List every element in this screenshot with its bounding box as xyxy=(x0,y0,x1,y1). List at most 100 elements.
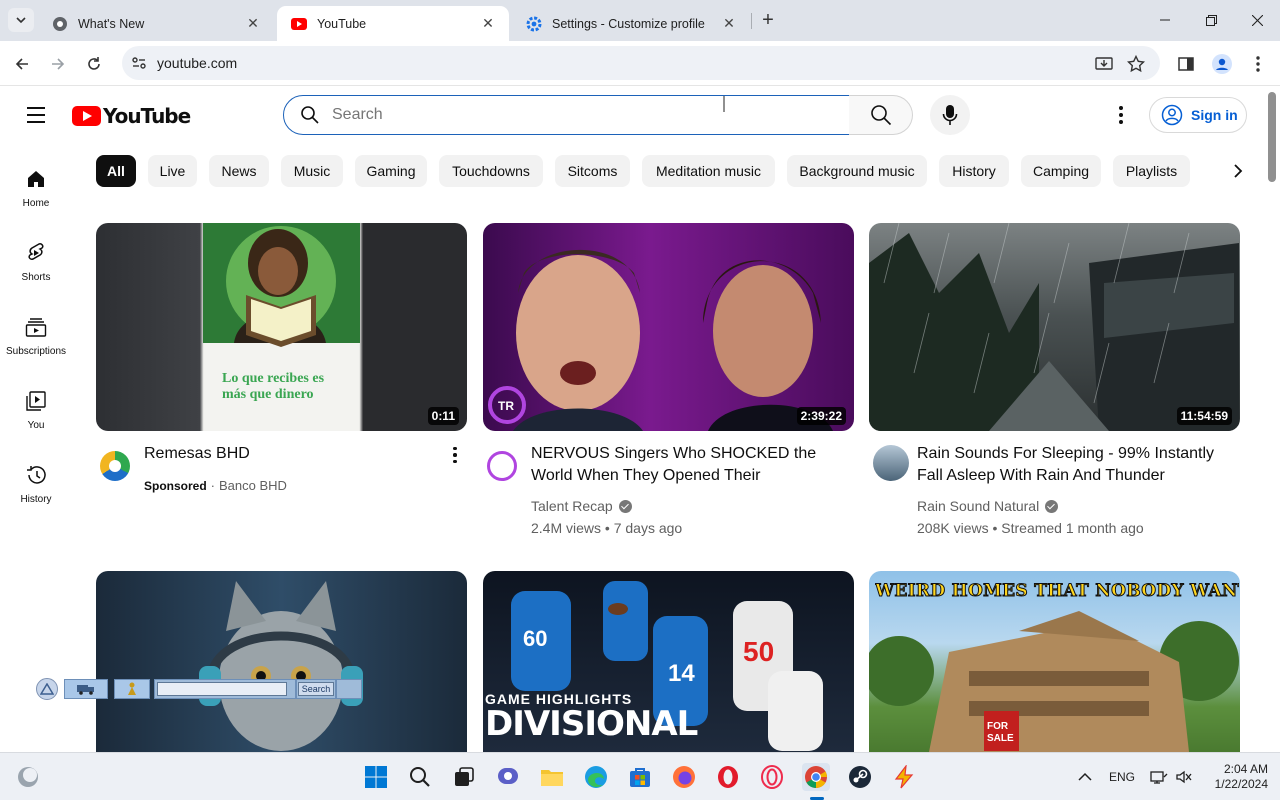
tab-search-button[interactable] xyxy=(8,8,34,32)
toolbar-start-icon[interactable] xyxy=(36,678,58,700)
chip-camping[interactable]: Camping xyxy=(1021,155,1101,187)
video-card[interactable]: FOR SALE WEIRD HOMES THAT NOBODY WANTS xyxy=(869,571,1240,752)
chip-touchdowns[interactable]: Touchdowns xyxy=(439,155,543,187)
chip-playlists[interactable]: Playlists xyxy=(1113,155,1190,187)
toolbar-search-button[interactable]: Search xyxy=(296,679,336,699)
video-card[interactable]: TR 2:39:22 NERVOUS Singers Who SHOCKED t… xyxy=(483,223,854,536)
guide-home[interactable]: Home xyxy=(0,155,72,219)
firefox-icon[interactable] xyxy=(670,763,698,791)
tab-youtube[interactable]: YouTube ✕ xyxy=(277,6,509,41)
profile-button[interactable] xyxy=(1208,50,1236,78)
video-thumbnail[interactable]: Lo que recibes es más que dinero 0:11 xyxy=(96,223,467,431)
search-input[interactable] xyxy=(332,106,812,124)
show-hidden-icons-button[interactable] xyxy=(1078,753,1092,801)
video-thumbnail[interactable]: TR 2:39:22 xyxy=(483,223,854,431)
guide-shorts[interactable]: Shorts xyxy=(0,229,72,293)
scrollbar-thumb[interactable] xyxy=(1268,92,1276,182)
chat-icon[interactable] xyxy=(494,763,522,791)
file-explorer-icon[interactable] xyxy=(538,763,566,791)
chrome-menu-button[interactable] xyxy=(1244,50,1272,78)
side-panel-button[interactable] xyxy=(1172,50,1200,78)
task-view-icon[interactable] xyxy=(450,763,478,791)
search-button[interactable] xyxy=(849,95,913,135)
site-info-icon[interactable] xyxy=(130,54,148,72)
guide-subscriptions[interactable]: Subscriptions xyxy=(0,303,72,367)
chip-background-music[interactable]: Background music xyxy=(787,155,927,187)
video-menu-button[interactable] xyxy=(447,443,463,467)
install-app-button[interactable] xyxy=(1090,50,1118,78)
channel-name[interactable]: Talent Recap xyxy=(531,498,613,514)
chip-live[interactable]: Live xyxy=(148,155,197,187)
video-card[interactable]: Lo que recibes es más que dinero 0:11 Re… xyxy=(96,223,467,531)
steam-icon[interactable] xyxy=(846,763,874,791)
network-icon[interactable] xyxy=(1150,753,1168,801)
close-icon xyxy=(1251,14,1263,26)
search-icon[interactable] xyxy=(406,763,434,791)
video-thumbnail[interactable]: FOR SALE WEIRD HOMES THAT NOBODY WANTS xyxy=(869,571,1240,752)
video-card[interactable]: 50 14 60 GAME HIGHLIGHTS DIVISIONAL xyxy=(483,571,854,752)
guide-history[interactable]: History xyxy=(0,451,72,515)
back-button[interactable] xyxy=(8,50,36,78)
forward-button[interactable] xyxy=(44,50,72,78)
microsoft-store-icon[interactable] xyxy=(626,763,654,791)
close-tab-icon[interactable]: ✕ xyxy=(718,13,740,35)
toolbar-truck-icon[interactable] xyxy=(64,679,108,699)
system-clock[interactable]: 2:04 AM 1/22/2024 xyxy=(1196,762,1268,792)
voice-search-button[interactable] xyxy=(930,95,970,135)
address-bar[interactable]: youtube.com xyxy=(122,46,1160,80)
chips-next-button[interactable] xyxy=(1224,157,1252,185)
close-window-button[interactable] xyxy=(1234,0,1280,40)
sign-in-button[interactable]: Sign in xyxy=(1149,97,1247,133)
video-thumbnail[interactable]: 50 14 60 GAME HIGHLIGHTS DIVISIONAL xyxy=(483,571,854,752)
tab-whats-new[interactable]: What's New ✕ xyxy=(38,6,274,41)
ad-byline: Sponsored · Banco BHD xyxy=(144,478,287,493)
chrome-icon[interactable] xyxy=(802,763,830,791)
channel-avatar[interactable] xyxy=(873,445,909,481)
chip-music[interactable]: Music xyxy=(281,155,343,187)
close-tab-icon[interactable]: ✕ xyxy=(477,13,499,35)
video-title[interactable]: Rain Sounds For Sleeping - 99% Instantly… xyxy=(917,443,1217,487)
channel-name[interactable]: Banco BHD xyxy=(219,478,287,493)
chip-news[interactable]: News xyxy=(209,155,269,187)
chip-history[interactable]: History xyxy=(939,155,1009,187)
video-card[interactable] xyxy=(96,571,467,752)
close-tab-icon[interactable]: ✕ xyxy=(242,13,264,35)
start-icon[interactable] xyxy=(362,763,390,791)
channel-avatar[interactable] xyxy=(487,451,517,481)
toolbar-search-input[interactable] xyxy=(157,682,287,696)
guide-menu-button[interactable] xyxy=(22,101,50,129)
edge-icon[interactable] xyxy=(582,763,610,791)
bookmark-button[interactable] xyxy=(1122,50,1150,78)
restore-button[interactable] xyxy=(1188,0,1234,40)
video-thumbnail[interactable]: 11:54:59 xyxy=(869,223,1240,431)
bolt-app-icon[interactable] xyxy=(890,763,918,791)
video-thumbnail[interactable] xyxy=(96,571,467,752)
channel-name[interactable]: Rain Sound Natural xyxy=(917,498,1039,514)
tab-settings[interactable]: Settings - Customize profile ✕ xyxy=(512,6,750,41)
video-card[interactable]: 11:54:59 Rain Sounds For Sleeping - 99% … xyxy=(869,223,1240,536)
minimize-button[interactable] xyxy=(1142,0,1188,40)
youtube-logo[interactable]: YouTube xyxy=(72,104,191,128)
chip-sitcoms[interactable]: Sitcoms xyxy=(555,155,630,187)
chip-gaming[interactable]: Gaming xyxy=(355,155,427,187)
reload-button[interactable] xyxy=(80,50,108,78)
chip-all[interactable]: All xyxy=(96,155,136,187)
video-title[interactable]: Remesas BHD xyxy=(144,443,444,465)
toolbar-person-icon[interactable] xyxy=(114,679,150,699)
guide-you[interactable]: You xyxy=(0,377,72,441)
svg-text:TR: TR xyxy=(498,399,514,413)
chip-meditation-music[interactable]: Meditation music xyxy=(642,155,775,187)
widgets-icon[interactable] xyxy=(14,763,42,791)
settings-menu-button[interactable] xyxy=(1108,102,1134,128)
language-indicator[interactable]: ENG xyxy=(1109,753,1135,801)
opera-icon[interactable] xyxy=(714,763,742,791)
opera-gx-icon[interactable] xyxy=(758,763,786,791)
new-tab-button[interactable]: + xyxy=(757,9,779,31)
toolbar-options-icon[interactable] xyxy=(336,679,362,699)
channel-avatar[interactable] xyxy=(100,451,130,481)
page-scrollbar[interactable] xyxy=(1264,87,1280,752)
video-title[interactable]: NERVOUS Singers Who SHOCKED the World Wh… xyxy=(531,443,831,487)
volume-muted-icon[interactable] xyxy=(1175,753,1193,801)
toolbar-search-label: Search xyxy=(297,682,335,696)
search-field[interactable] xyxy=(283,95,850,135)
